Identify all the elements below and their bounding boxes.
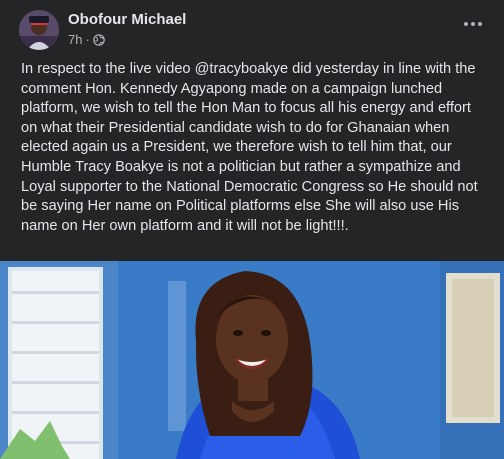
more-options-button[interactable] <box>460 14 486 34</box>
meta-separator: · <box>85 32 90 47</box>
author-name[interactable]: Obofour Michael <box>68 11 186 28</box>
post-time[interactable]: 7h <box>68 32 82 47</box>
facebook-post: Obofour Michael 7h · In respect to the l… <box>0 0 504 459</box>
woman-in-blue-dress-photo <box>0 261 504 459</box>
more-options-icon <box>478 22 482 26</box>
more-options-icon <box>471 22 475 26</box>
post-header: Obofour Michael 7h · <box>0 0 504 58</box>
globe-icon[interactable] <box>93 33 105 46</box>
post-meta: 7h · <box>68 32 105 47</box>
author-avatar[interactable] <box>19 10 59 50</box>
post-photo[interactable] <box>0 261 504 459</box>
post-text: In respect to the live video @tracyboaky… <box>21 61 478 234</box>
avatar-image <box>19 10 59 50</box>
more-options-icon <box>464 22 468 26</box>
